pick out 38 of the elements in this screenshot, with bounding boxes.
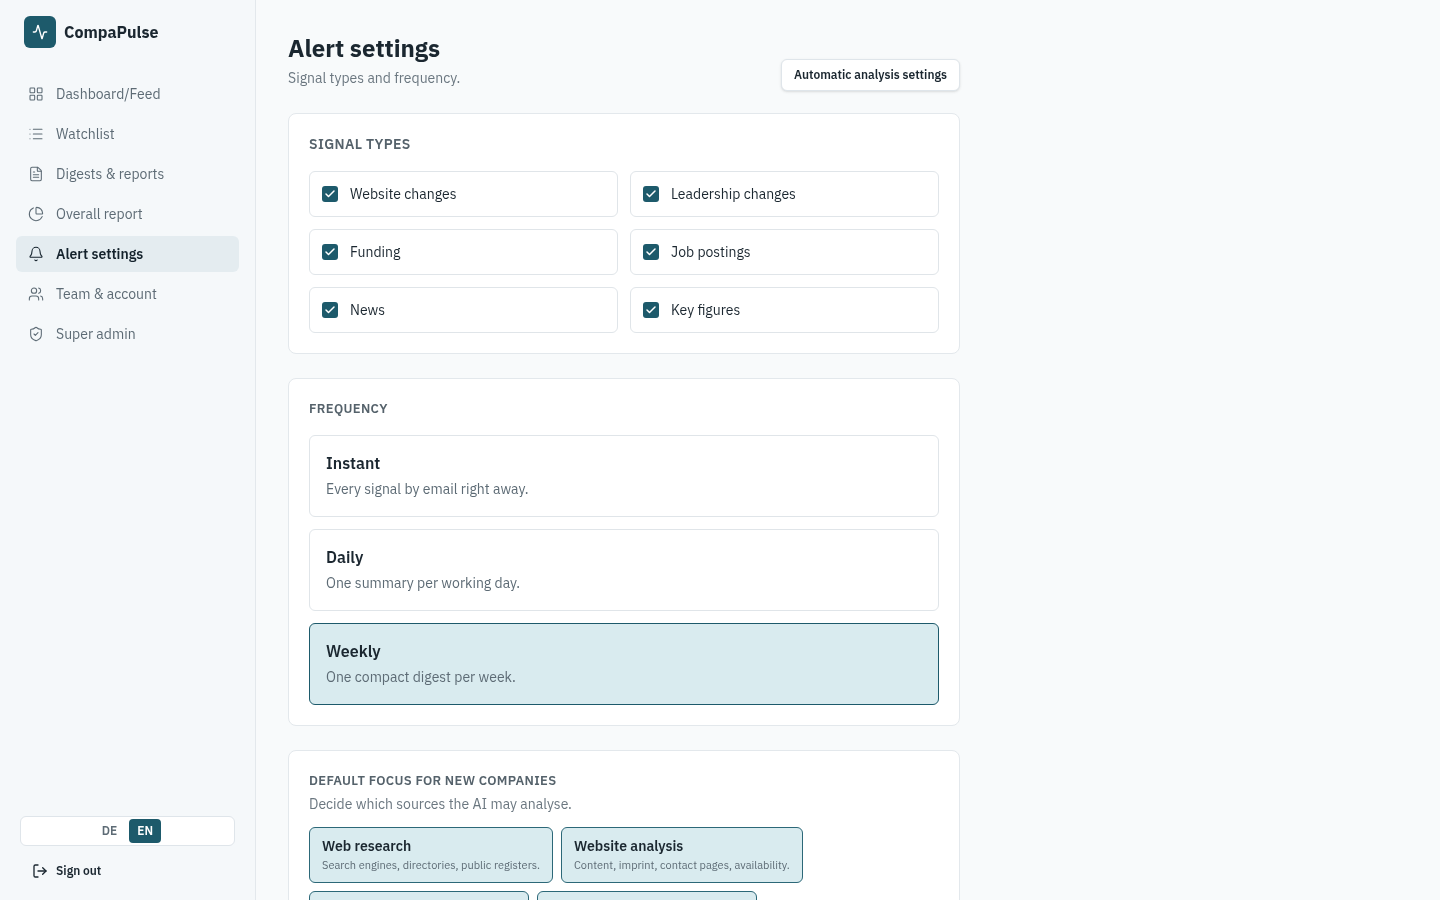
focus-option[interactable]: Website analysis Content, imprint, contact pages, availability. xyxy=(561,827,803,883)
language-option[interactable]: EN xyxy=(129,819,162,843)
sidebar-item[interactable]: Watchlist xyxy=(16,116,239,152)
signal-type-option[interactable]: Funding xyxy=(309,229,618,275)
frequency-option[interactable]: Weekly One compact digest per week. xyxy=(309,622,939,705)
section-heading: DEFAULT FOCUS FOR NEW COMPANIES xyxy=(309,770,558,790)
page-title: Alert settings xyxy=(288,32,442,64)
list-icon xyxy=(28,126,44,142)
bell-icon xyxy=(28,246,44,262)
section-heading: FREQUENCY xyxy=(309,399,389,419)
sign-out-button[interactable]: Sign out xyxy=(20,862,114,880)
users-icon xyxy=(28,286,44,302)
sidebar-item[interactable]: Super admin xyxy=(16,316,239,352)
pulse-logo-icon xyxy=(24,16,56,48)
sidebar-item[interactable]: Overall report xyxy=(16,196,239,232)
frequency-option[interactable]: Instant Every signal by email right away. xyxy=(309,434,939,517)
grid-icon xyxy=(28,86,44,102)
signal-type-option[interactable]: Job postings xyxy=(630,229,939,275)
pie-chart-icon xyxy=(28,206,44,222)
sign-out-icon xyxy=(32,863,48,879)
signal-type-option[interactable]: Website changes xyxy=(309,171,618,217)
sidebar-item[interactable]: Alert settings xyxy=(16,236,239,272)
automatic-analysis-settings-button[interactable]: Automatic analysis settings xyxy=(780,59,960,91)
signal-type-option[interactable]: Leadership changes xyxy=(630,171,939,217)
signal-type-option[interactable]: Key figures xyxy=(630,287,939,333)
document-icon xyxy=(28,166,44,182)
section-heading: SIGNAL TYPES xyxy=(309,134,412,155)
sidebar-item[interactable]: Digests & reports xyxy=(16,156,239,192)
brand-name: CompaPulse xyxy=(64,21,159,44)
focus-option[interactable]: Web research Search engines, directories, public registers. xyxy=(309,827,553,883)
language-option[interactable]: DE xyxy=(93,819,126,843)
page-subtitle: Signal types and frequency. xyxy=(288,68,461,89)
section-description: Decide which sources the AI may analyse. xyxy=(309,794,573,815)
frequency-option[interactable]: Daily One summary per working day. xyxy=(309,528,939,611)
signal-type-option[interactable]: News xyxy=(309,287,618,333)
sidebar-item[interactable]: Dashboard/Feed xyxy=(16,76,239,112)
shield-icon xyxy=(28,326,44,342)
sidebar-item[interactable]: Team & account xyxy=(16,276,239,312)
